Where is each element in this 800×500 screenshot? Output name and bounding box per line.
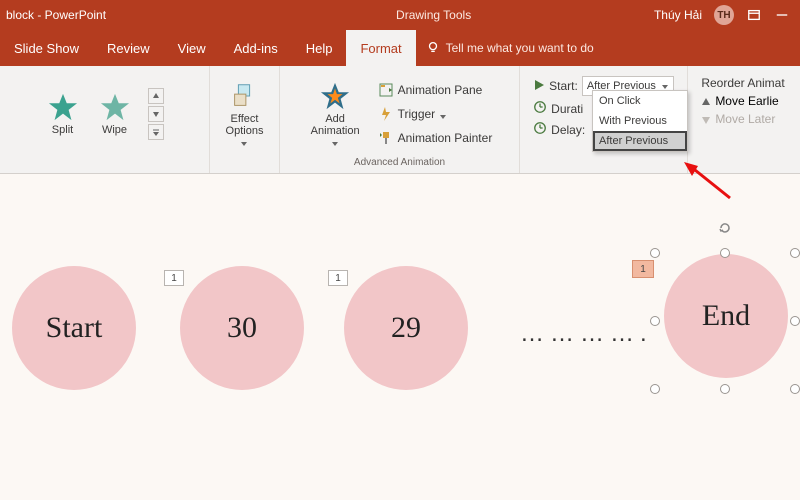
start-label: Start: (549, 79, 578, 93)
start-dropdown-menu: On Click With Previous After Previous (592, 90, 688, 152)
annotation-arrow (682, 160, 732, 205)
animation-split-label: Split (52, 124, 73, 136)
group-reorder: Reorder Animat Move Earlie Move Later (688, 66, 798, 173)
rotate-handle[interactable] (717, 220, 733, 236)
titlebar: block - PowerPoint Drawing Tools Thúy Hả… (0, 0, 800, 30)
tab-format[interactable]: Format (346, 30, 415, 66)
effect-options-button[interactable]: Effect Options (222, 79, 268, 149)
triangle-up-icon (701, 96, 711, 106)
context-tab-title: Drawing Tools (106, 8, 654, 22)
pane-icon (378, 82, 394, 98)
slide-canvas[interactable]: Start 30 29 …………. End 1 1 1 (0, 174, 800, 500)
add-animation-label: Add Animation (311, 113, 360, 137)
animation-wipe-label: Wipe (102, 124, 127, 136)
group-animation-gallery: Split Wipe (0, 66, 210, 173)
gallery-down-icon[interactable] (148, 106, 164, 122)
resize-handle[interactable] (790, 248, 800, 258)
shape-start[interactable]: Start (12, 266, 136, 390)
group-label-advanced: Advanced Animation (354, 157, 445, 171)
tab-review[interactable]: Review (93, 30, 164, 66)
tab-help[interactable]: Help (292, 30, 347, 66)
ribbon-tabs: Slide Show Review View Add-ins Help Form… (0, 30, 800, 66)
reorder-title: Reorder Animat (701, 76, 784, 90)
chevron-down-icon (661, 82, 669, 90)
tab-view[interactable]: View (164, 30, 220, 66)
painter-icon (378, 130, 394, 146)
resize-handle[interactable] (650, 248, 660, 258)
play-icon (533, 79, 545, 94)
animation-painter-label: Animation Painter (398, 131, 493, 145)
shape-30[interactable]: 30 (180, 266, 304, 390)
gallery-up-icon[interactable] (148, 88, 164, 104)
duration-label: Durati (551, 102, 583, 116)
star-icon (48, 92, 78, 122)
animation-tag[interactable]: 1 (164, 270, 184, 286)
animation-pane-button[interactable]: Animation Pane (378, 78, 493, 102)
group-effect-options: Effect Options (210, 66, 280, 173)
trigger-icon (378, 106, 394, 122)
ribbon-display-icon[interactable] (746, 7, 762, 23)
resize-handle[interactable] (790, 384, 800, 394)
lightbulb-icon (426, 40, 440, 57)
animation-painter-button[interactable]: Animation Painter (378, 126, 493, 150)
resize-handle[interactable] (720, 384, 730, 394)
resize-handle[interactable] (720, 248, 730, 258)
tell-me-label: Tell me what you want to do (446, 41, 594, 55)
tab-slide-show[interactable]: Slide Show (0, 30, 93, 66)
move-earlier-button[interactable]: Move Earlie (701, 94, 778, 108)
dropdown-after-previous[interactable]: After Previous (593, 131, 687, 151)
animation-tag[interactable]: 1 (328, 270, 348, 286)
chevron-down-icon (331, 139, 339, 147)
triangle-down-icon (701, 114, 711, 124)
star-add-icon (320, 81, 350, 111)
chevron-down-icon (439, 110, 447, 118)
add-animation-button[interactable]: Add Animation (307, 79, 364, 149)
move-earlier-label: Move Earlie (715, 94, 778, 108)
gallery-more-icon[interactable] (148, 124, 164, 140)
duration-row: Durati (533, 100, 583, 117)
selection-frame (650, 236, 800, 396)
chevron-down-icon (240, 139, 248, 147)
trigger-label: Trigger (398, 107, 436, 121)
delay-label: Delay: (551, 123, 585, 137)
animation-split[interactable]: Split (44, 90, 82, 138)
delay-row: Delay: (533, 121, 585, 138)
group-advanced-animation: Add Animation Animation Pane Trigger Ani… (280, 66, 520, 173)
gallery-scroll[interactable] (148, 88, 166, 140)
move-later-button: Move Later (701, 112, 775, 126)
resize-handle[interactable] (650, 384, 660, 394)
star-icon (100, 92, 130, 122)
clock-icon (533, 121, 547, 138)
user-avatar[interactable]: TH (714, 5, 734, 25)
resize-handle[interactable] (790, 316, 800, 326)
ribbon: Split Wipe Effect Options (0, 66, 800, 174)
shape-dots[interactable]: …………. (520, 320, 653, 348)
minimize-icon[interactable] (774, 7, 790, 23)
tab-addins[interactable]: Add-ins (220, 30, 292, 66)
effect-options-icon (229, 81, 259, 111)
dropdown-with-previous[interactable]: With Previous (593, 111, 687, 131)
user-name: Thúy Hải (654, 8, 702, 22)
animation-pane-label: Animation Pane (398, 83, 483, 97)
effect-options-label: Effect Options (226, 113, 264, 137)
trigger-button[interactable]: Trigger (378, 102, 493, 126)
dropdown-on-click[interactable]: On Click (593, 91, 687, 111)
tell-me-search[interactable]: Tell me what you want to do (426, 40, 594, 57)
shape-29[interactable]: 29 (344, 266, 468, 390)
move-later-label: Move Later (715, 112, 775, 126)
resize-handle[interactable] (650, 316, 660, 326)
animation-wipe[interactable]: Wipe (96, 90, 134, 138)
clock-icon (533, 100, 547, 117)
doc-title: block - PowerPoint (0, 8, 106, 22)
